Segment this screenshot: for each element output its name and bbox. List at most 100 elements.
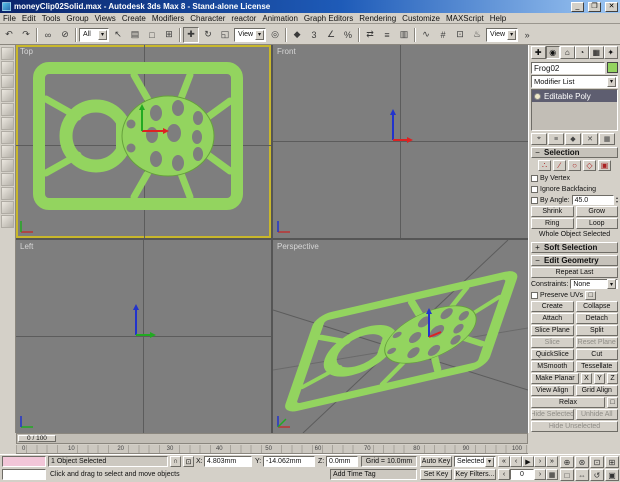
menu-customize[interactable]: Customize <box>399 14 443 23</box>
ignore-backfacing-checkbox[interactable] <box>531 185 538 193</box>
tab-display-icon[interactable]: ▦ <box>589 46 604 59</box>
current-frame-field[interactable]: 0 <box>510 469 534 480</box>
tab-hierarchy-icon[interactable]: ⌂ <box>560 46 575 59</box>
next-frame-icon[interactable]: › <box>534 456 546 467</box>
left-toolbar-icon[interactable] <box>1 117 14 130</box>
curve-editor-icon[interactable]: ∿ <box>418 27 434 43</box>
by-angle-checkbox[interactable] <box>531 196 538 204</box>
viewport-front[interactable]: Front <box>273 45 528 238</box>
remove-modifier-icon[interactable]: ✕ <box>582 133 598 145</box>
left-toolbar-icon[interactable] <box>1 201 14 214</box>
by-vertex-checkbox[interactable] <box>531 174 538 182</box>
show-end-result-icon[interactable]: ≡ <box>548 133 564 145</box>
key-set-dropdown[interactable]: Selected ▾ <box>454 456 496 467</box>
previous-frame-icon[interactable]: ‹ <box>510 456 522 467</box>
menu-edit[interactable]: Edit <box>19 14 39 23</box>
redo-icon[interactable]: ↷ <box>18 27 34 43</box>
pin-stack-icon[interactable]: ⌖ <box>531 133 547 145</box>
tab-utilities-icon[interactable]: ✦ <box>603 46 618 59</box>
reference-coordinate-dropdown[interactable]: View ▾ <box>234 27 267 42</box>
loop-button[interactable]: Loop <box>575 218 618 229</box>
left-toolbar-icon[interactable] <box>1 159 14 172</box>
maxscript-mini-listener-script[interactable] <box>2 469 46 480</box>
selection-region-icon[interactable]: □ <box>144 27 160 43</box>
rollout-selection-header[interactable]: − Selection <box>531 147 618 158</box>
absolute-offset-mode-icon[interactable]: ⊡ <box>183 456 194 467</box>
window-crossing-icon[interactable]: ⊞ <box>161 27 177 43</box>
border-icon[interactable]: ○ <box>568 160 581 171</box>
preserve-uvs-checkbox[interactable] <box>531 291 538 299</box>
time-slider-handle[interactable]: 0 / 100 <box>18 435 56 442</box>
view-align-button[interactable]: View Align <box>531 385 574 396</box>
detach-button[interactable]: Detach <box>575 313 618 324</box>
make-planar-x-button[interactable]: X <box>581 373 592 384</box>
collapse-icon[interactable]: − <box>534 148 541 157</box>
menu-reactor[interactable]: reactor <box>228 14 259 23</box>
time-slider[interactable]: 0 / 100 <box>16 433 528 444</box>
left-toolbar-icon[interactable] <box>1 187 14 200</box>
y-coordinate-field[interactable]: -14.062mm <box>263 456 315 467</box>
menu-file[interactable]: File <box>0 14 19 23</box>
attach-button[interactable]: Attach <box>531 313 574 324</box>
element-icon[interactable]: ▣ <box>598 160 611 171</box>
chevron-down-icon[interactable]: ▾ <box>607 76 616 87</box>
quick-render-icon[interactable]: » <box>519 27 535 43</box>
min-max-toggle-icon[interactable]: ▣ <box>605 469 619 481</box>
make-planar-button[interactable]: Make Planar <box>531 373 579 384</box>
msmooth-button[interactable]: MSmooth <box>531 361 574 372</box>
split-button[interactable]: Split <box>575 325 618 336</box>
play-icon[interactable]: ▶ <box>522 456 534 467</box>
set-key-button[interactable]: Set Key <box>420 469 452 480</box>
select-and-move-icon[interactable]: ✚ <box>183 26 199 43</box>
move-gizmo[interactable] <box>136 103 170 137</box>
goto-start-icon[interactable]: « <box>498 456 510 467</box>
zoom-all-icon[interactable]: ⊛ <box>575 456 589 468</box>
menu-views[interactable]: Views <box>92 14 119 23</box>
menu-modifiers[interactable]: Modifiers <box>149 14 187 23</box>
spinner-icon[interactable]: ▴ ▾ <box>616 196 618 204</box>
key-filters-button[interactable]: Key Filters... <box>454 469 496 480</box>
left-toolbar-icon[interactable] <box>1 89 14 102</box>
left-toolbar-icon[interactable] <box>1 47 14 60</box>
schematic-view-icon[interactable]: # <box>435 27 451 43</box>
auto-key-button[interactable]: Auto Key <box>420 456 452 467</box>
modifier-list-dropdown[interactable]: Modifier List ▾ <box>531 75 618 88</box>
menu-group[interactable]: Group <box>63 14 91 23</box>
shrink-button[interactable]: Shrink <box>531 206 574 217</box>
maxscript-mini-listener-macro[interactable] <box>2 456 46 467</box>
left-toolbar-icon[interactable] <box>1 61 14 74</box>
cut-button[interactable]: Cut <box>575 349 618 360</box>
unlink-selection-icon[interactable]: ⊘ <box>57 27 73 43</box>
close-button[interactable]: ✕ <box>605 1 618 12</box>
menu-tools[interactable]: Tools <box>39 14 64 23</box>
angle-snap-icon[interactable]: ∠ <box>323 27 339 43</box>
viewport-left[interactable]: Left <box>16 240 271 433</box>
chevron-down-icon[interactable]: ▾ <box>98 29 107 40</box>
select-and-rotate-icon[interactable]: ↻ <box>200 27 216 43</box>
collapse-button[interactable]: Collapse <box>575 301 618 312</box>
align-icon[interactable]: ≡ <box>379 27 395 43</box>
move-gizmo[interactable] <box>128 302 158 338</box>
grid-align-button[interactable]: Grid Align <box>575 385 618 396</box>
viewport-top[interactable]: Top <box>16 45 271 238</box>
tab-modify-icon[interactable]: ◉ <box>545 46 560 59</box>
left-toolbar-icon[interactable] <box>1 103 14 116</box>
relax-settings-button[interactable]: □ <box>607 397 618 408</box>
render-scene-icon[interactable]: ♨ <box>469 27 485 43</box>
zoom-extents-icon[interactable]: ⊡ <box>590 456 604 468</box>
vertex-icon[interactable]: ∴ <box>538 160 551 171</box>
left-toolbar-icon[interactable] <box>1 173 14 186</box>
viewport-perspective[interactable]: Perspective <box>273 240 528 433</box>
chevron-down-icon[interactable]: ▾ <box>255 29 265 40</box>
percent-snap-icon[interactable]: % <box>340 27 356 43</box>
left-toolbar-icon[interactable] <box>1 215 14 228</box>
angle-value-field[interactable]: 45.0 <box>571 195 614 205</box>
tab-motion-icon[interactable]: ◔ <box>574 46 589 59</box>
menu-graph-editors[interactable]: Graph Editors <box>301 14 356 23</box>
snaps-toggle-icon[interactable]: 3 <box>306 27 322 43</box>
zoom-extents-all-icon[interactable]: ⊞ <box>605 456 619 468</box>
add-time-tag-field[interactable]: Add Time Tag <box>330 469 417 480</box>
object-color-swatch[interactable] <box>607 62 618 73</box>
select-object-icon[interactable]: ↖ <box>110 27 126 43</box>
region-zoom-icon[interactable]: □ <box>560 469 574 481</box>
